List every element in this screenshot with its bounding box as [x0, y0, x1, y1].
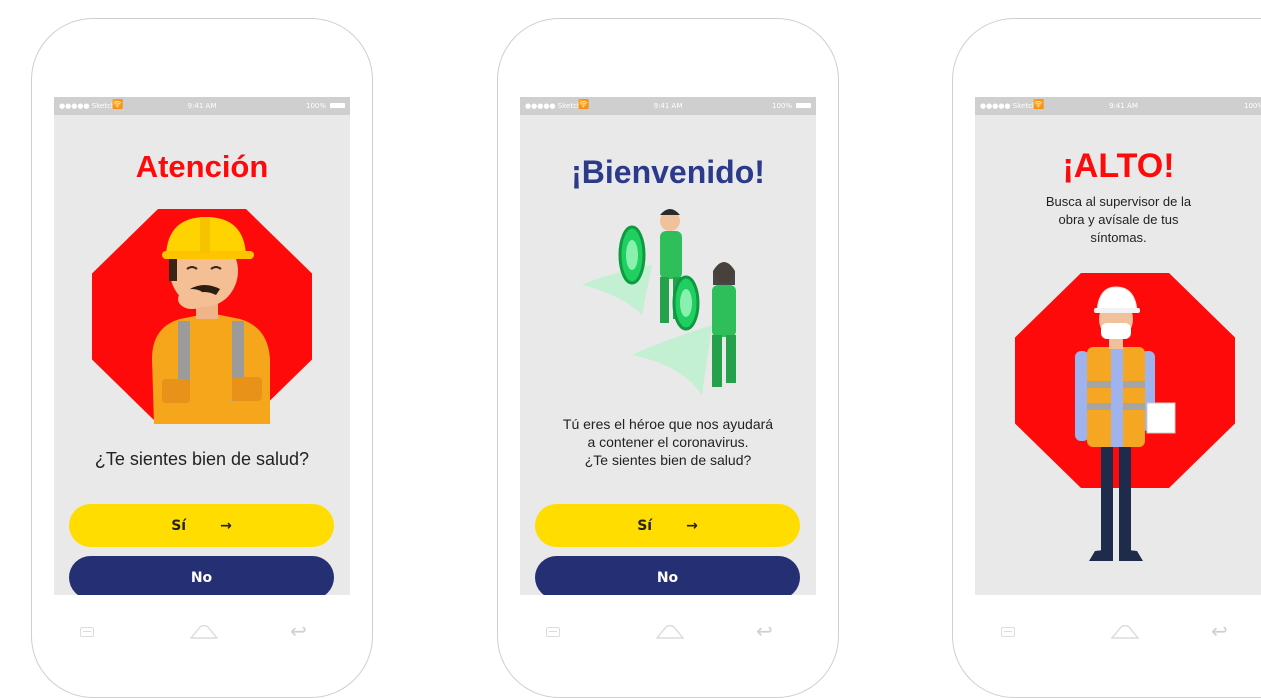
message-line-3: ¿Te sientes bien de salud? — [584, 452, 752, 468]
yes-label: Sí — [637, 517, 653, 534]
no-button[interactable]: No — [535, 556, 800, 595]
menu-nav-icon[interactable] — [546, 627, 560, 637]
home-nav-icon[interactable] — [1111, 625, 1139, 639]
battery-label: 100% — [1243, 102, 1261, 110]
menu-nav-icon[interactable] — [80, 627, 94, 637]
arrow-right-icon: → — [686, 517, 698, 534]
phone-mockup-attention: ●●●●● Sketch 🛜 9:41 AM 100% Atención ¿Te… — [31, 18, 373, 698]
back-nav-icon[interactable]: ↩ — [756, 619, 773, 644]
sick-worker-illustration — [92, 209, 312, 424]
battery-icon — [796, 103, 811, 108]
battery-label: 100% — [305, 102, 326, 110]
no-button[interactable]: No — [69, 556, 334, 595]
phone-mockup-welcome: ●●●●● Sketch 🛜 9:41 AM 100% ¡Bienvenido! — [497, 18, 839, 698]
screen-stop: ●●●●● Sketch 🛜 9:41 AM 100% ¡ALTO! Busca… — [975, 97, 1261, 595]
home-nav-icon[interactable] — [190, 625, 218, 639]
page-title: ¡ALTO! — [1062, 147, 1175, 185]
menu-nav-icon[interactable] — [1001, 627, 1015, 637]
stop-message: Busca al supervisor de la obra y avísale… — [975, 193, 1261, 247]
home-nav-icon[interactable] — [656, 625, 684, 639]
yes-button[interactable]: Sí → — [535, 504, 800, 547]
page-title: ¡Bienvenido! — [571, 154, 765, 190]
android-nav-bar: ↩ — [953, 621, 1261, 645]
health-question: ¿Te sientes bien de salud? — [94, 449, 310, 469]
android-nav-bar: ↩ — [498, 621, 838, 645]
masked-worker-illustration — [1015, 273, 1235, 565]
yes-button[interactable]: Sí → — [69, 504, 334, 547]
arrow-right-icon: → — [220, 517, 232, 534]
back-nav-icon[interactable]: ↩ — [1211, 619, 1228, 644]
screen-welcome: ●●●●● Sketch 🛜 9:41 AM 100% ¡Bienvenido! — [520, 97, 816, 595]
message-line-2: a contener el coronavirus. — [587, 434, 749, 450]
battery-icon — [330, 103, 345, 108]
back-nav-icon[interactable]: ↩ — [290, 619, 307, 644]
message-line-3: síntomas. — [1090, 230, 1147, 245]
no-label: No — [656, 569, 679, 586]
message-line-1: Tú eres el héroe que nos ayudará — [562, 416, 774, 432]
status-bar: ●●●●● Sketch 🛜 9:41 AM 100% — [520, 97, 816, 115]
welcome-message: Tú eres el héroe que nos ayudará a conte… — [520, 415, 816, 469]
yes-label: Sí — [171, 517, 187, 534]
worker-icon — [152, 217, 270, 424]
android-nav-bar: ↩ — [32, 621, 372, 645]
status-bar: ●●●●● Sketch 🛜 9:41 AM 100% — [975, 97, 1261, 115]
clock: 9:41 AM — [1109, 102, 1138, 110]
heroes-illustration — [582, 209, 736, 395]
status-bar: ●●●●● Sketch 🛜 9:41 AM 100% — [54, 97, 350, 115]
message-line-2: obra y avísale de tus — [1058, 212, 1179, 227]
battery-label: 100% — [771, 102, 792, 110]
worker-icon — [1075, 286, 1176, 561]
page-title: Atención — [135, 149, 269, 184]
message-line-1: Busca al supervisor de la — [1045, 194, 1192, 209]
screen-attention: ●●●●● Sketch 🛜 9:41 AM 100% Atención ¿Te… — [54, 97, 350, 595]
phone-mockup-stop: ●●●●● Sketch 🛜 9:41 AM 100% ¡ALTO! Busca… — [952, 18, 1261, 698]
no-label: No — [190, 569, 213, 586]
